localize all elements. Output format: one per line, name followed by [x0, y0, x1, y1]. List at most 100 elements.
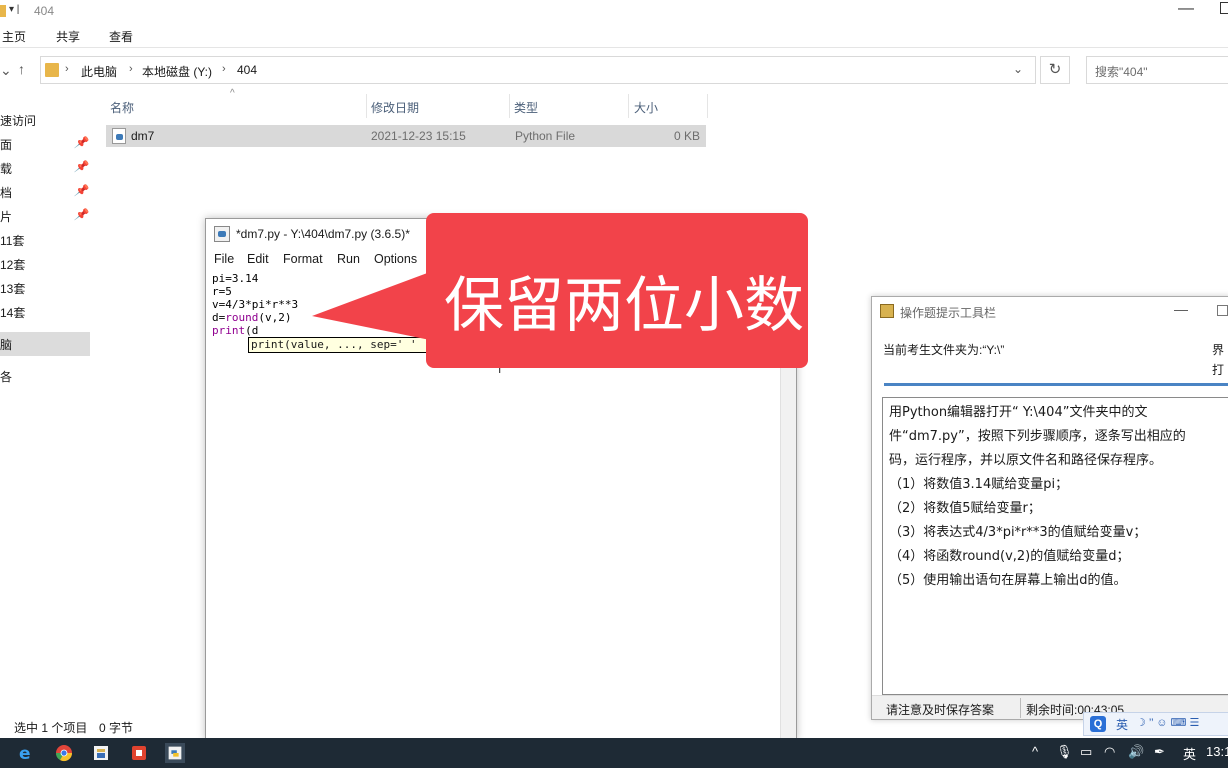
nav-item-pictures[interactable]: 片 📌 — [0, 204, 90, 228]
sort-ascending-icon: ^ — [230, 88, 235, 99]
instruction-line: 件“dm7.py”，按照下列步骤顺序，逐条写出相应的 — [889, 429, 1186, 444]
minimize-button[interactable]: — — [1174, 301, 1188, 317]
nav-item-set-12[interactable]: 12套 — [0, 252, 90, 276]
tab-home[interactable]: 主页 — [2, 28, 26, 45]
chevron-up-icon[interactable]: ^ — [1032, 744, 1038, 759]
wifi-icon[interactable]: ◠ — [1104, 744, 1115, 760]
column-modified[interactable]: 修改日期 — [371, 99, 419, 116]
navigation-pane: 速访问 面 📌 载 📌 档 📌 片 📌 11套 12套 13套 14套 脑 各 — [0, 92, 92, 722]
nav-item-downloads[interactable]: 载 📌 — [0, 156, 90, 180]
chevron-down-icon[interactable]: ⌄ — [1013, 62, 1023, 76]
nav-item-label: 13套 — [0, 282, 26, 296]
menu-options[interactable]: Options — [374, 252, 417, 266]
breadcrumb-this-pc[interactable]: 此电脑 — [81, 63, 117, 80]
instruction-line: （4）将函数round(v,2)的值赋给变量d； — [889, 549, 1130, 564]
maximize-button[interactable] — [1217, 305, 1228, 316]
ime-language[interactable]: 英 — [1116, 716, 1128, 733]
annotation-callout: 保留两位小数 — [426, 213, 808, 368]
network-icon[interactable]: ▭ — [1080, 744, 1092, 760]
column-size[interactable]: 大小 — [634, 99, 658, 116]
column-divider[interactable] — [628, 94, 629, 118]
open-link[interactable]: 打 — [1212, 361, 1224, 378]
pin-icon: 📌 — [74, 209, 88, 221]
file-modified: 2021-12-23 15:15 — [371, 129, 466, 143]
explorer-app-icon[interactable] — [91, 743, 111, 763]
instruction-line: （1）将数值3.14赋给变量pi； — [889, 477, 1069, 492]
code-line: d=round(v,2) — [212, 311, 292, 324]
nav-item-quick-access[interactable]: 速访问 — [0, 108, 90, 132]
folder-icon — [0, 5, 6, 17]
edge-icon[interactable]: e — [16, 743, 36, 763]
menu-edit[interactable]: Edit — [247, 252, 269, 266]
exam-toolbar-window[interactable]: 操作题提示工具栏 — 当前考生文件夹为:“Y:\” 界 打 用Python编辑器… — [871, 296, 1228, 720]
volume-icon[interactable]: 🔊 — [1128, 744, 1144, 760]
code-text: (d — [245, 324, 259, 337]
nav-item-label: 脑 — [0, 338, 13, 352]
menu-run[interactable]: Run — [337, 252, 360, 266]
nav-item-label: 片 — [0, 210, 13, 224]
search-input[interactable]: 搜索"404" — [1086, 56, 1228, 84]
column-divider[interactable] — [509, 94, 510, 118]
input-language[interactable]: 英 — [1183, 744, 1196, 763]
minimize-button[interactable]: — — [1178, 0, 1194, 18]
column-divider[interactable] — [366, 94, 367, 118]
nav-item-set-14[interactable]: 14套 — [0, 300, 90, 324]
toolbar-title-bar: 操作题提示工具栏 — — [872, 297, 1228, 325]
menu-format[interactable]: Format — [283, 252, 323, 266]
recent-dropdown-icon[interactable]: ⌄ — [0, 62, 12, 79]
chrome-icon[interactable] — [54, 743, 74, 763]
column-type[interactable]: 类型 — [514, 99, 538, 116]
breadcrumb-drive[interactable]: 本地磁盘 (Y:) — [142, 63, 212, 80]
nav-item-set-11[interactable]: 11套 — [0, 228, 90, 252]
menu-file[interactable]: File — [214, 252, 234, 266]
instructions-panel: 用Python编辑器打开“ Y:\404”文件夹中的文 件“dm7.py”，按照… — [882, 397, 1228, 695]
maximize-button[interactable] — [1220, 2, 1228, 14]
breadcrumb-folder[interactable]: 404 — [237, 63, 257, 77]
nav-item-label: 11套 — [0, 234, 25, 248]
status-selected: 选中 1 个项目 — [14, 721, 88, 735]
code-line: r=5 — [212, 285, 232, 298]
ime-logo-icon[interactable]: Q — [1090, 716, 1106, 732]
nav-item-label: 档 — [0, 186, 13, 200]
nav-item-desktop[interactable]: 面 📌 — [0, 132, 90, 156]
column-name[interactable]: 名称 — [110, 99, 134, 116]
nav-item-network[interactable]: 各 — [0, 364, 90, 388]
refresh-button[interactable]: ↻ — [1040, 56, 1070, 84]
tab-view[interactable]: 查看 — [109, 28, 133, 45]
clock[interactable]: 13:1 — [1206, 744, 1228, 759]
table-row[interactable]: dm7 2021-12-23 15:15 Python File 0 KB — [106, 125, 706, 147]
file-name: dm7 — [131, 129, 155, 143]
ime-toolbar[interactable]: Q 英 ☽ ’’ ☺ ⌨ ☰ — [1083, 712, 1228, 736]
ime-options-icons[interactable]: ☽ ’’ ☺ ⌨ ☰ — [1136, 716, 1199, 729]
up-arrow-icon[interactable]: ↑ — [18, 61, 25, 77]
instruction-line: 用Python编辑器打开“ Y:\404”文件夹中的文 — [889, 405, 1148, 420]
code-keyword: print — [212, 324, 246, 337]
python-idle-icon[interactable] — [165, 743, 185, 763]
ribbon-tabs: 主页 共享 查看 — [0, 24, 1228, 48]
quick-access-dropdown-icon[interactable]: ▾ | — [9, 4, 19, 15]
tab-share[interactable]: 共享 — [56, 28, 80, 45]
nav-item-this-pc[interactable]: 脑 — [0, 332, 90, 356]
pen-icon[interactable]: ✒ — [1154, 744, 1165, 760]
red-app-icon[interactable] — [129, 743, 149, 763]
address-bar[interactable]: › 此电脑 › 本地磁盘 (Y:) › 404 ⌄ — [40, 56, 1036, 84]
explorer-title-bar: ▾ | 404 — — [0, 0, 1228, 24]
chevron-right-icon[interactable]: › — [129, 63, 133, 75]
code-text: d= — [212, 311, 226, 324]
pin-icon: 📌 — [74, 137, 88, 149]
current-folder-label: 当前考生文件夹为:“Y:\” — [883, 343, 1005, 357]
python-file-icon — [112, 128, 126, 144]
save-reminder: 请注意及时保存答案 — [886, 703, 995, 717]
nav-item-label: 14套 — [0, 306, 26, 320]
nav-item-set-13[interactable]: 13套 — [0, 276, 90, 300]
interface-link[interactable]: 界 — [1212, 341, 1224, 358]
column-divider[interactable] — [707, 94, 708, 118]
nav-item-documents[interactable]: 档 📌 — [0, 180, 90, 204]
status-size: 0 字节 — [99, 721, 134, 735]
chevron-right-icon[interactable]: › — [222, 63, 226, 75]
microphone-icon[interactable]: 🎙 — [1056, 744, 1073, 760]
chevron-right-icon[interactable]: › — [65, 63, 69, 75]
code-text: (v,2) — [258, 311, 292, 324]
address-row: ⌄ ↑ › 此电脑 › 本地磁盘 (Y:) › 404 ⌄ ↻ 搜索"404" — [0, 52, 1228, 88]
nav-item-label: 速访问 — [0, 114, 37, 128]
